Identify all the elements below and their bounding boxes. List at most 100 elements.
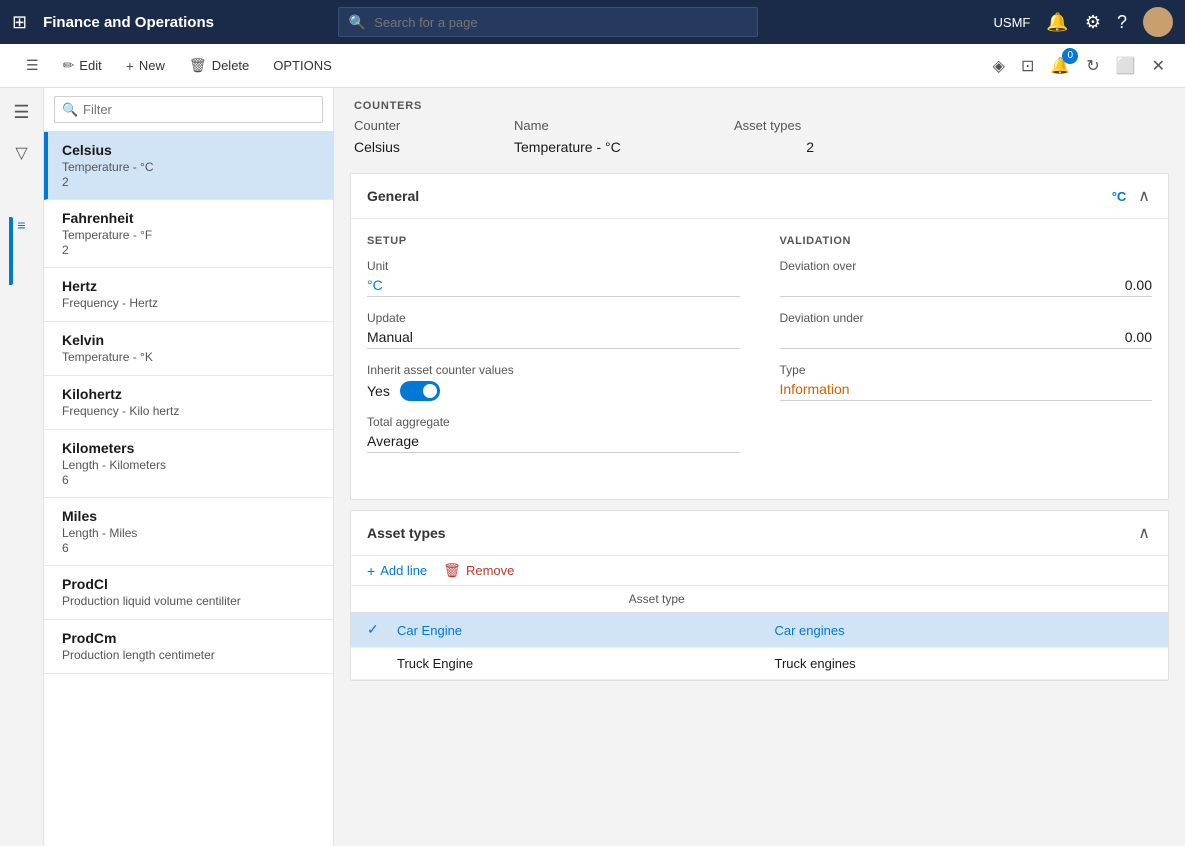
bell-icon[interactable]: 🔔	[1046, 12, 1068, 33]
tenant-label: USMF	[994, 15, 1031, 30]
asset-type-col2: Car engines	[775, 623, 1153, 638]
edit-label: Edit	[79, 58, 101, 73]
item-sub: Temperature - °K	[62, 350, 319, 364]
list-item[interactable]: ProdCl Production liquid volume centilit…	[44, 566, 333, 620]
gear-icon[interactable]: ⚙	[1085, 12, 1101, 33]
counter-val: Celsius	[354, 139, 514, 155]
form-row: SETUP Unit °C Update Manual Inherit asse…	[367, 235, 1152, 467]
list-item[interactable]: Miles Length - Miles 6	[44, 498, 333, 566]
active-sidebar-icon[interactable]: ≡	[17, 217, 25, 233]
list-container: Celsius Temperature - °C 2 Fahrenheit Te…	[44, 132, 333, 846]
item-sub: Frequency - Kilo hertz	[62, 404, 319, 418]
pin-icon-btn[interactable]: ◈	[989, 52, 1009, 80]
office-icon-btn[interactable]: ⊡	[1017, 52, 1038, 80]
search-bar[interactable]: 🔍	[338, 7, 758, 37]
list-item[interactable]: Celsius Temperature - °C 2	[44, 132, 333, 200]
edit-icon: ✏	[63, 57, 75, 74]
section-header-right: °C ∧	[1112, 184, 1152, 208]
filter-icon[interactable]: ▽	[9, 137, 33, 169]
options-button[interactable]: OPTIONS	[263, 53, 342, 78]
general-indicator: °C	[1112, 189, 1127, 204]
list-item[interactable]: Hertz Frequency - Hertz	[44, 268, 333, 322]
deviation-under-field: Deviation under 0.00	[780, 311, 1153, 349]
remove-icon: 🗑	[443, 562, 461, 579]
delete-button[interactable]: 🗑 Delete	[179, 52, 259, 79]
list-item[interactable]: Fahrenheit Temperature - °F 2	[44, 200, 333, 268]
total-aggregate-value[interactable]: Average	[367, 433, 740, 453]
name-val: Temperature - °C	[514, 139, 734, 155]
item-count: 6	[62, 473, 319, 487]
grid-icon[interactable]: ⊞	[12, 12, 27, 33]
filter-input[interactable]	[54, 96, 323, 123]
deviation-under-value[interactable]: 0.00	[780, 329, 1153, 349]
inherit-toggle[interactable]	[400, 381, 440, 401]
type-value[interactable]: Information	[780, 381, 1153, 401]
refresh-icon-btn[interactable]: ↻	[1082, 52, 1103, 80]
sidebar-toggle-strip: ☰ ▽ ≡	[0, 88, 44, 846]
close-icon-btn[interactable]: ✕	[1148, 52, 1169, 80]
sidebar-toggle-icon: ☰	[26, 57, 39, 74]
add-line-button[interactable]: + Add line	[367, 563, 427, 579]
new-icon: +	[126, 58, 134, 74]
inherit-field: Inherit asset counter values Yes	[367, 363, 740, 401]
check-col-header	[367, 592, 629, 606]
unit-label: Unit	[367, 259, 740, 273]
search-input[interactable]	[374, 15, 747, 30]
item-name: Miles	[62, 508, 319, 524]
help-icon[interactable]: ?	[1117, 12, 1127, 33]
list-item[interactable]: Kilohertz Frequency - Kilo hertz	[44, 376, 333, 430]
item-sub: Length - Kilometers	[62, 458, 319, 472]
list-item[interactable]: Kilometers Length - Kilometers 6	[44, 430, 333, 498]
item-name: ProdCm	[62, 630, 319, 646]
deviation-over-value[interactable]: 0.00	[780, 277, 1153, 297]
list-item[interactable]: ProdCm Production length centimeter	[44, 620, 333, 674]
asset-types-collapse-btn[interactable]: ∧	[1136, 521, 1152, 545]
edit-button[interactable]: ✏ Edit	[53, 52, 112, 79]
active-indicator	[9, 217, 13, 285]
remove-button[interactable]: 🗑 Remove	[443, 562, 514, 579]
asset-row[interactable]: ✓ Car Engine Car engines	[351, 613, 1168, 648]
sidebar-toggle-button[interactable]: ☰	[16, 52, 49, 79]
item-sub: Temperature - °C	[62, 160, 319, 174]
type-field: Type Information	[780, 363, 1153, 401]
hamburger-icon[interactable]: ☰	[7, 96, 35, 129]
app-title: Finance and Operations	[43, 14, 214, 31]
general-collapse-btn[interactable]: ∧	[1136, 184, 1152, 208]
delete-icon: 🗑	[189, 57, 207, 74]
item-name: Kilometers	[62, 440, 319, 456]
asset-type-col2: Truck engines	[775, 656, 1153, 671]
filter-search-icon: 🔍	[62, 102, 78, 118]
update-value[interactable]: Manual	[367, 329, 740, 349]
filter-box-wrap: 🔍	[54, 96, 323, 123]
item-name: Kelvin	[62, 332, 319, 348]
avatar[interactable]	[1143, 7, 1173, 37]
notification-badge: 0	[1062, 48, 1078, 64]
item-sub: Production liquid volume centiliter	[62, 594, 319, 608]
maximize-icon-btn[interactable]: ⬜	[1112, 52, 1140, 80]
inherit-label: Inherit asset counter values	[367, 363, 740, 377]
deviation-over-field: Deviation over 0.00	[780, 259, 1153, 297]
top-nav: ⊞ Finance and Operations 🔍 USMF 🔔 ⚙ ?	[0, 0, 1185, 44]
asset-val: 2	[734, 139, 854, 155]
new-button[interactable]: + New	[116, 53, 175, 79]
asset-row[interactable]: Truck Engine Truck engines	[351, 648, 1168, 680]
item-sub: Production length centimeter	[62, 648, 319, 662]
cmd-bar-right: ◈ ⊡ 🔔 0 ↻ ⬜ ✕	[989, 52, 1169, 80]
item-sub: Length - Miles	[62, 526, 319, 540]
unit-field: Unit °C	[367, 259, 740, 297]
add-line-label: Add line	[380, 563, 427, 578]
validation-label: VALIDATION	[780, 235, 1153, 247]
list-item[interactable]: Kelvin Temperature - °K	[44, 322, 333, 376]
toggle-wrap: Yes	[367, 381, 740, 401]
item-name: Celsius	[62, 142, 319, 158]
asset-type-col1: Truck Engine	[397, 656, 775, 671]
unit-value[interactable]: °C	[367, 277, 740, 297]
general-section-header: General °C ∧	[351, 174, 1168, 219]
col-asset-header: Asset types	[734, 118, 854, 133]
setup-col: SETUP Unit °C Update Manual Inherit asse…	[367, 235, 740, 467]
asset-types-title: Asset types	[367, 525, 446, 541]
left-panel: 🔍 Celsius Temperature - °C 2 Fahrenheit …	[44, 88, 334, 846]
asset-type-name-col-header	[890, 592, 1152, 606]
asset-type-col-header: Asset type	[629, 592, 891, 606]
item-name: Hertz	[62, 278, 319, 294]
